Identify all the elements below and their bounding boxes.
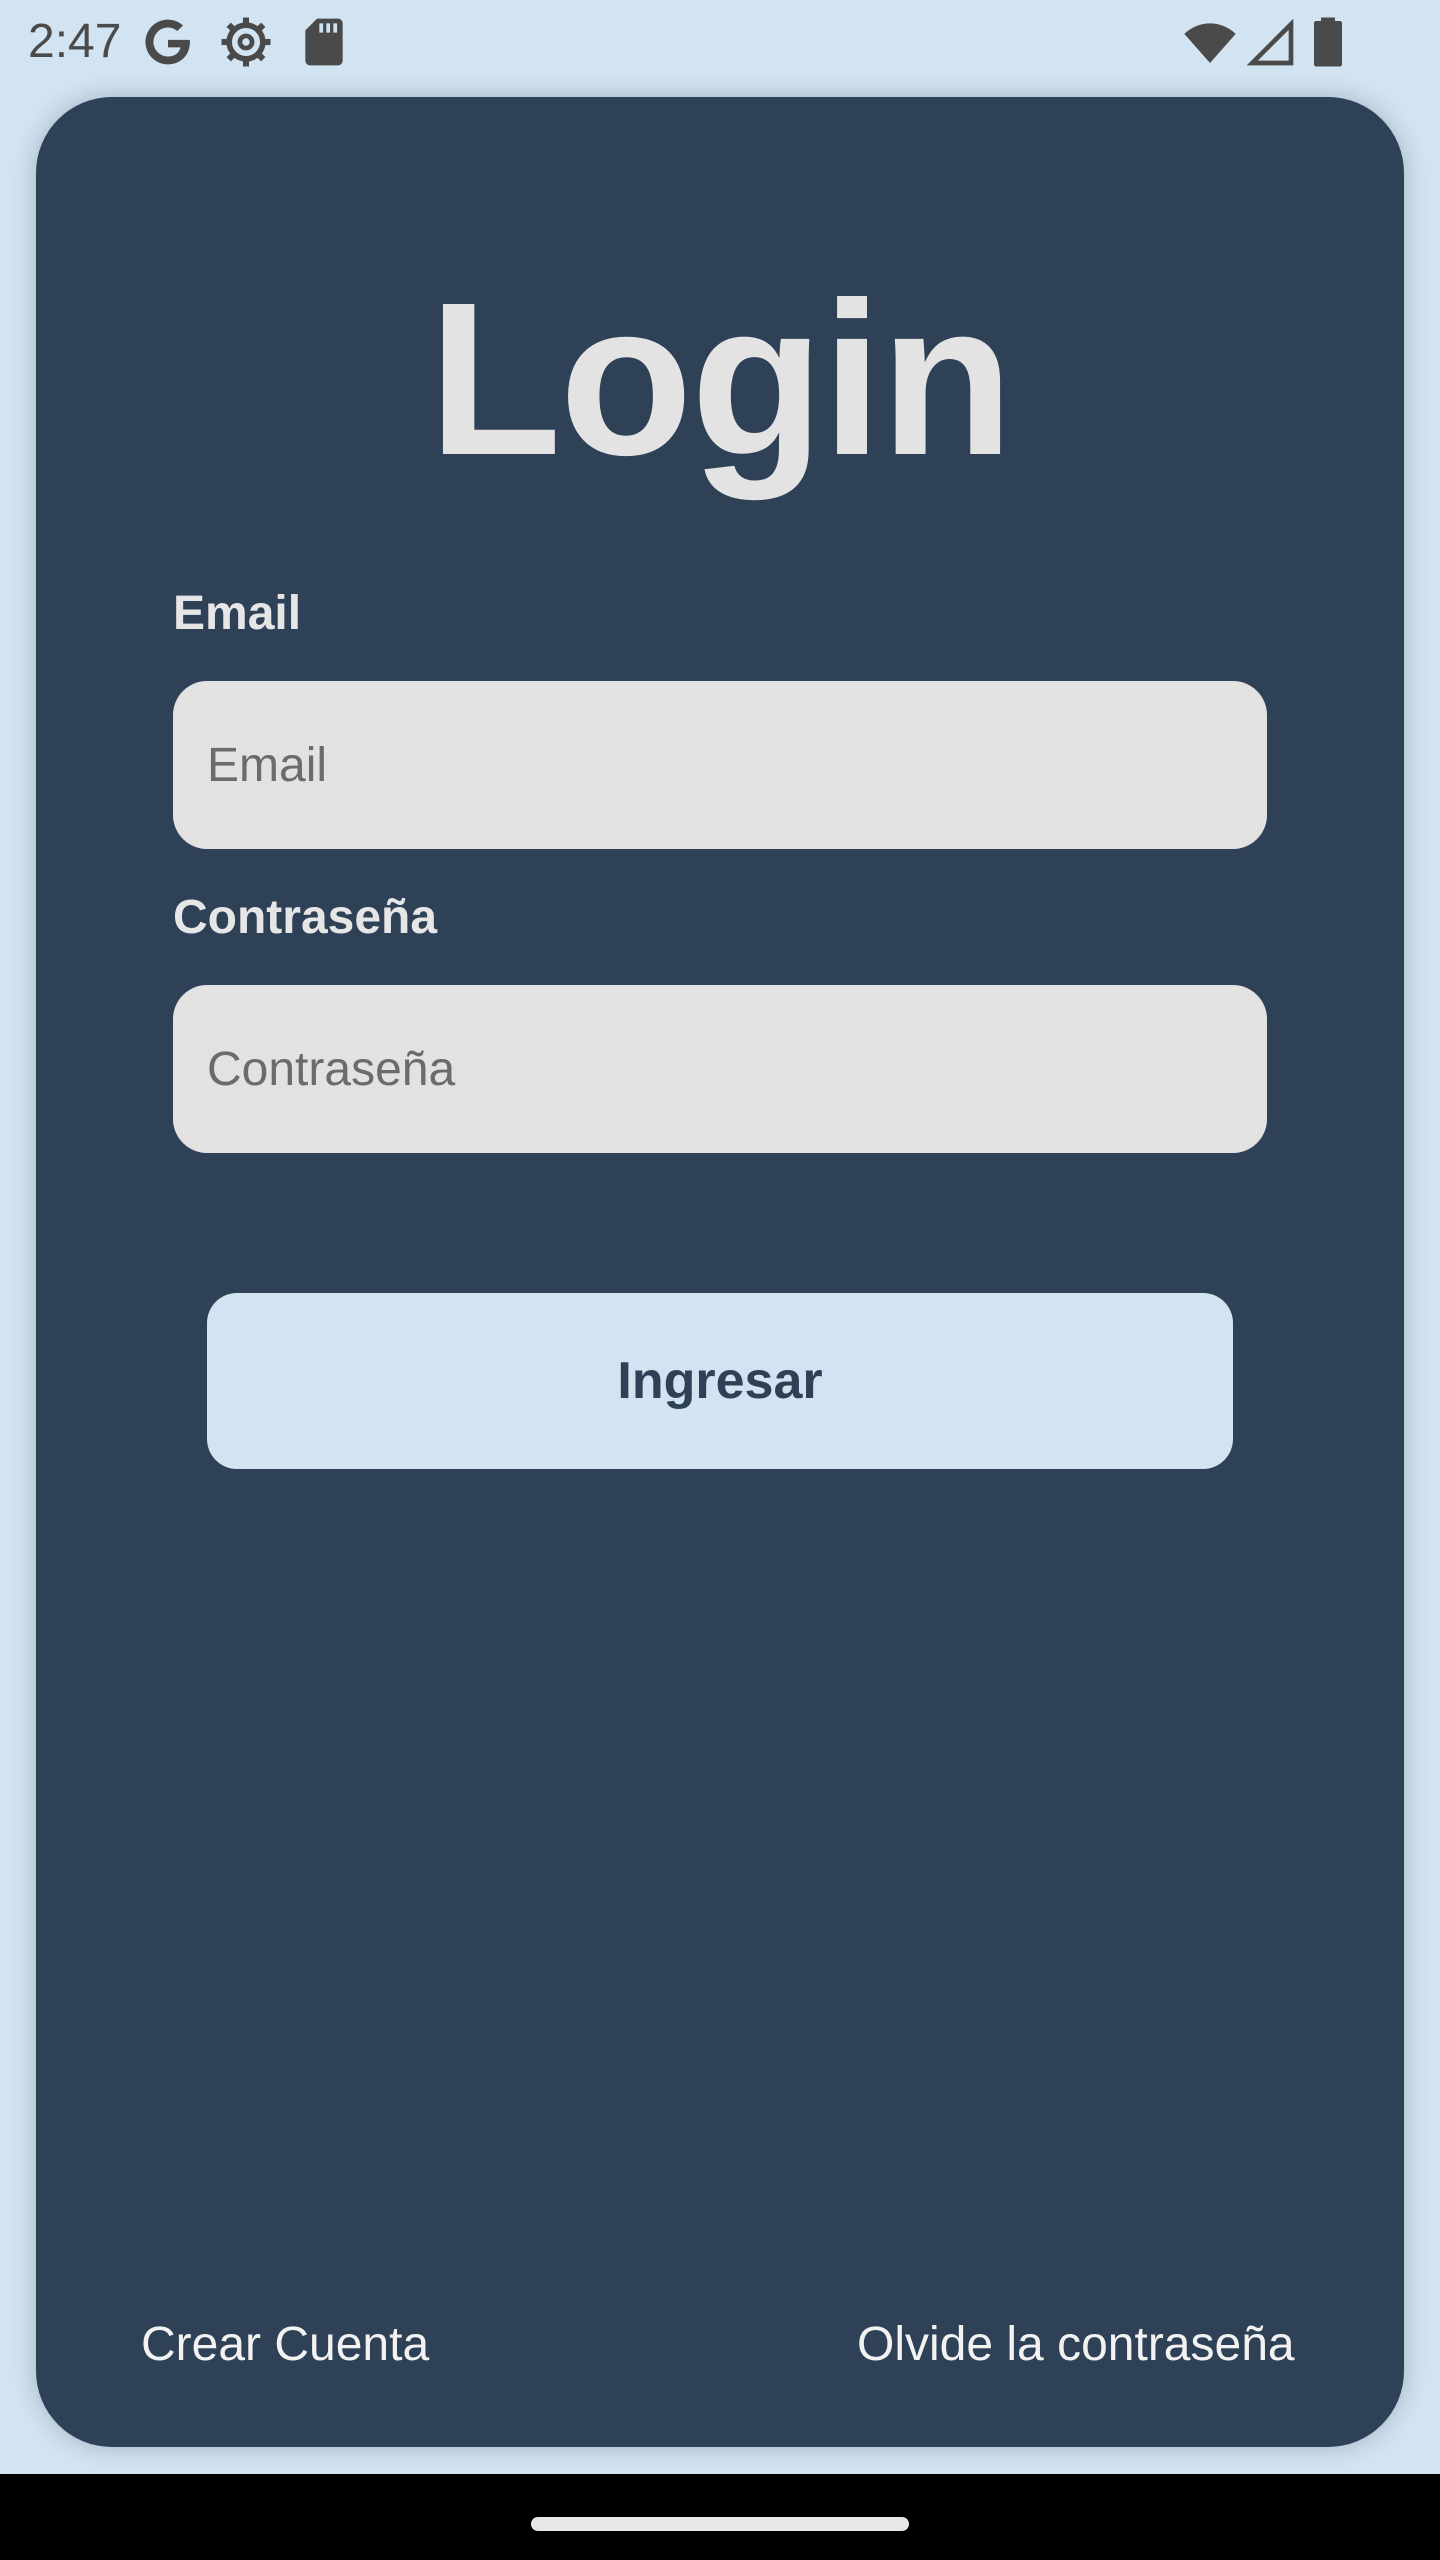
wifi-icon [1182, 14, 1238, 70]
email-label: Email [173, 587, 302, 640]
email-field[interactable] [173, 681, 1267, 849]
page-title: Login [428, 258, 1013, 501]
sd-card-icon [296, 14, 352, 70]
settings-gear-icon [218, 14, 274, 70]
battery-icon [1300, 14, 1356, 70]
password-field[interactable] [173, 985, 1267, 1153]
status-time: 2:47 [28, 15, 122, 68]
forgot-password-link[interactable]: Olvide la contraseña [857, 2315, 1295, 2375]
status-bar: 2:47 [0, 0, 1440, 84]
google-icon [140, 14, 196, 70]
cell-signal-icon [1242, 14, 1298, 70]
create-account-link[interactable]: Crear Cuenta [141, 2315, 429, 2375]
login-button[interactable]: Ingresar [207, 1293, 1233, 1469]
home-gesture-handle[interactable] [531, 2517, 909, 2531]
password-label: Contraseña [173, 891, 438, 944]
